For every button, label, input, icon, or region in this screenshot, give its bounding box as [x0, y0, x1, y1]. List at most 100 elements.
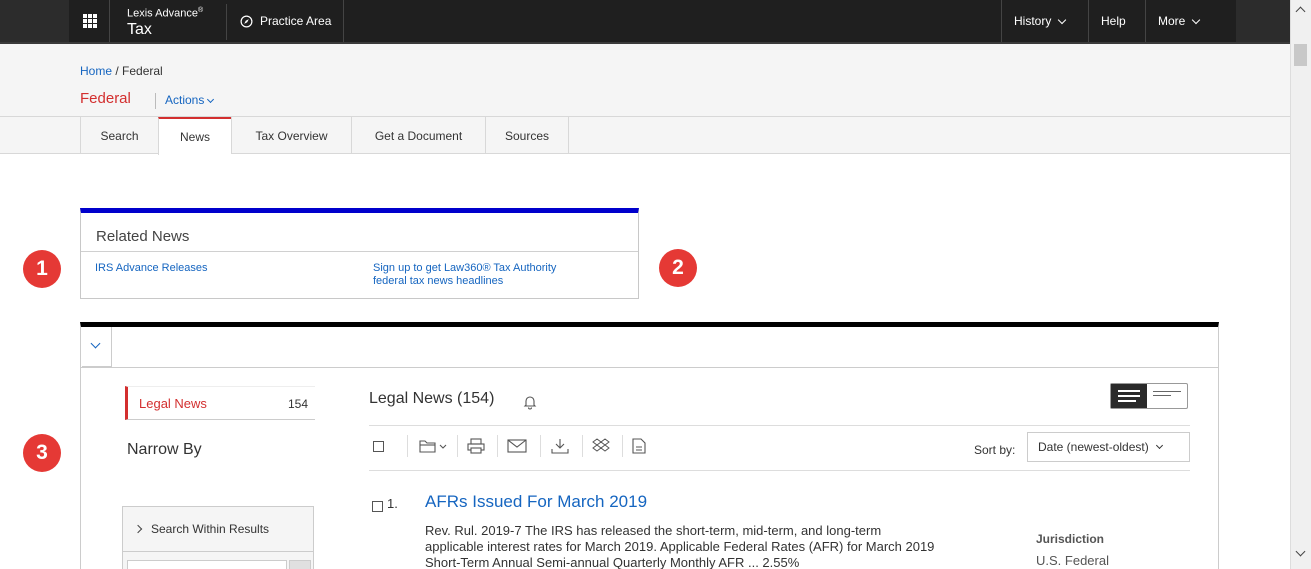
grid-icon [82, 14, 97, 28]
chevron-down-icon [1192, 15, 1201, 24]
page-header: Home / Federal Federal Actions Search Ne… [0, 44, 1290, 155]
compass-icon [240, 15, 253, 27]
result-snippet-line: Rev. Rul. 2019-7 The IRS has released th… [425, 523, 882, 538]
select-all-checkbox[interactable] [373, 435, 384, 457]
narrow-by-heading: Narrow By [127, 441, 202, 458]
help-link[interactable]: Help [1088, 0, 1144, 42]
tab-get-a-document[interactable]: Get a Document [351, 117, 485, 154]
callout-badge-3: 3 [23, 434, 61, 472]
print-button[interactable] [467, 435, 485, 457]
breadcrumb-separator: / [112, 64, 123, 78]
facet-legal-news-label: Legal News [139, 396, 207, 411]
sort-dropdown[interactable]: Date (newest-oldest) [1027, 432, 1190, 462]
related-news-title: Related News [96, 228, 190, 245]
tab-search[interactable]: Search [80, 117, 158, 154]
irs-advance-releases-link[interactable]: IRS Advance Releases [95, 262, 208, 275]
toolbar-separator [407, 435, 408, 457]
search-within-results-toggle[interactable]: Search Within Results [123, 507, 313, 552]
sort-by-label: Sort by: [974, 443, 1016, 457]
scroll-down-icon[interactable] [1295, 546, 1306, 557]
breadcrumb-current: Federal [122, 64, 163, 78]
toolbar-separator [582, 435, 583, 457]
practice-area-label: Practice Area [260, 14, 332, 28]
result-snippet-line: Short-Term Annual Semi-annual Quarterly … [425, 555, 800, 569]
facet-legal-news[interactable]: Legal News 154 [125, 386, 315, 420]
page-scrollbar[interactable] [1290, 0, 1311, 569]
chevron-down-icon [90, 338, 101, 349]
page-title: Federal [80, 90, 131, 107]
scroll-up-icon[interactable] [1295, 6, 1306, 17]
dropbox-icon [592, 438, 610, 452]
related-news-divider [81, 251, 638, 252]
tab-bar: Search News Tax Overview Get a Document … [0, 116, 1290, 155]
practice-area-button[interactable]: Practice Area [232, 0, 344, 42]
tab-label: Tax Overview [255, 128, 328, 143]
tab-label: Sources [504, 128, 550, 143]
toolbar-separator [622, 435, 623, 457]
tab-news[interactable]: News [158, 117, 231, 155]
more-label: More [1158, 14, 1186, 28]
envelope-icon [507, 439, 527, 453]
law360-signup-line1: Sign up to get Law360® Tax Authority [373, 262, 557, 274]
chevron-down-icon [1058, 15, 1067, 24]
callout-badge-2: 2 [659, 249, 697, 287]
tab-tax-overview[interactable]: Tax Overview [231, 117, 351, 154]
document-options-button[interactable] [632, 435, 646, 457]
result-title-link[interactable]: AFRs Issued For March 2019 [425, 492, 647, 512]
top-navigation-bar: Lexis Advance® Tax Practice Area History… [0, 0, 1290, 44]
result-checkbox[interactable] [372, 501, 383, 512]
tab-label: News [179, 130, 210, 144]
search-within-submit[interactable] [289, 560, 311, 569]
law360-signup-link[interactable]: Sign up to get Law360® Tax Authority fed… [373, 262, 556, 288]
topbar-right-strip [1236, 0, 1290, 44]
scrollbar-thumb[interactable] [1294, 44, 1307, 66]
title-divider [155, 93, 156, 109]
breadcrumb: Home / Federal [80, 64, 163, 78]
brand-product: Tax [127, 20, 152, 38]
callout-badge-1: 1 [23, 250, 61, 288]
results-title: Legal News (154) [369, 390, 495, 407]
checkbox-icon [373, 440, 384, 452]
result-snippet-line: applicable interest rates for March 2019… [425, 539, 935, 554]
chevron-down-icon [207, 95, 215, 103]
email-button[interactable] [507, 435, 527, 457]
breadcrumb-home-link[interactable]: Home [80, 64, 112, 78]
more-menu[interactable]: More [1145, 0, 1236, 42]
download-icon [551, 439, 569, 454]
toolbar-separator [497, 435, 498, 457]
search-within-results-label: Search Within Results [151, 522, 270, 536]
summary-view-icon[interactable] [1153, 391, 1183, 399]
tab-sources[interactable]: Sources [485, 117, 569, 154]
dropbox-button[interactable] [592, 435, 610, 457]
toolbar-divider-top [369, 425, 1190, 426]
actions-menu[interactable]: Actions [165, 93, 215, 107]
law360-signup-line2: federal tax news headlines [373, 275, 504, 287]
tab-label: Search [100, 128, 139, 143]
bell-icon[interactable] [523, 394, 537, 410]
history-menu[interactable]: History [1001, 0, 1087, 42]
tab-label: Get a Document [374, 128, 463, 143]
print-icon [467, 438, 485, 454]
results-divider [81, 367, 1218, 368]
result-number: 1. [387, 496, 398, 511]
help-label: Help [1101, 14, 1126, 28]
view-toggle[interactable] [1110, 383, 1188, 409]
jurisdiction-value: U.S. Federal [1036, 553, 1109, 568]
folder-icon [419, 440, 447, 453]
search-within-results-panel: Search Within Results [122, 506, 314, 569]
app-launcher-button[interactable] [70, 0, 110, 42]
detailed-view-button[interactable] [1111, 384, 1147, 408]
collapse-toggle-button[interactable] [82, 327, 112, 367]
brand-name: Lexis Advance® [127, 7, 204, 20]
jurisdiction-label: Jurisdiction [1036, 532, 1105, 546]
detailed-view-icon [1118, 390, 1140, 405]
search-within-input[interactable] [127, 560, 287, 569]
results-panel: Legal News 154 Narrow By Search Within R… [80, 322, 1219, 569]
folder-button[interactable] [419, 435, 449, 457]
product-brand[interactable]: Lexis Advance® Tax [117, 4, 227, 40]
result-snippet: Rev. Rul. 2019-7 The IRS has released th… [425, 523, 1025, 569]
chevron-down-icon [1155, 441, 1163, 449]
related-news-box: Related News IRS Advance Releases Sign u… [80, 208, 639, 299]
download-button[interactable] [551, 435, 569, 457]
chevron-right-icon [133, 524, 143, 534]
